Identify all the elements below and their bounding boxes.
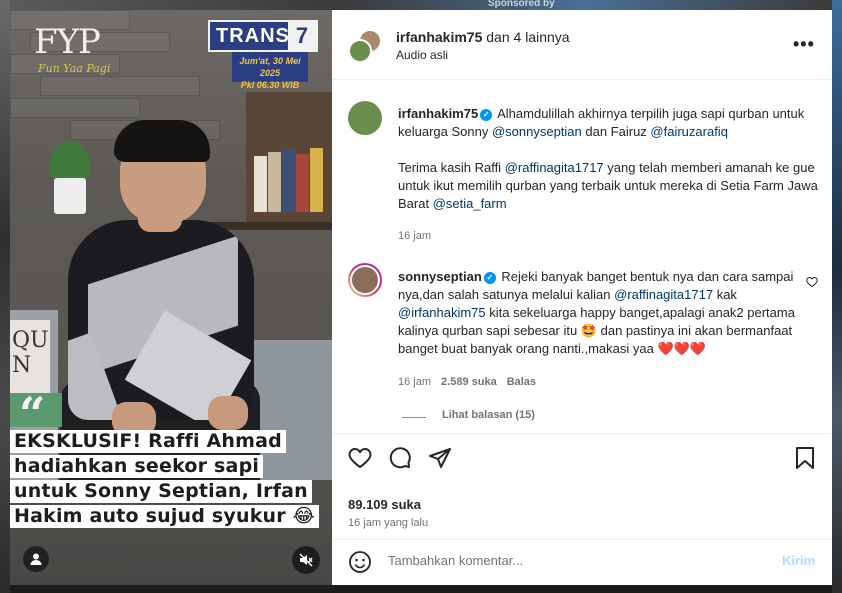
- mention-link[interactable]: @sonnyseptian: [492, 124, 582, 139]
- user-icon: [30, 553, 42, 565]
- channel-logo: TRANS 7: [208, 20, 318, 52]
- mute-button[interactable]: [292, 546, 320, 574]
- caption-time[interactable]: 16 jam: [398, 230, 431, 242]
- comment-input[interactable]: Tambahkan komentar...: [388, 553, 523, 568]
- book: [268, 152, 281, 212]
- avatar: [348, 39, 372, 63]
- comment-text: kak: [713, 287, 737, 302]
- video-caption-line: Hakim auto sujud syukur 😂: [10, 505, 320, 528]
- audio-link[interactable]: Audio asli: [396, 48, 448, 62]
- backdrop-bottom-strip: [10, 585, 832, 593]
- bookmark-icon[interactable]: [794, 446, 816, 470]
- comments-list[interactable]: irfanhakim75 ✓ Alhamdulillah akhirnya ter…: [332, 81, 832, 433]
- comment-meta: 16 jam 2.589 suka Balas: [398, 376, 546, 388]
- like-heart-icon[interactable]: [348, 446, 372, 470]
- channel-number: 7: [288, 22, 316, 50]
- avatar[interactable]: [348, 101, 382, 135]
- reel-video[interactable]: QU N FYP Fun Yaa Pagi TRANS 7 Jum'at, 30…: [10, 10, 332, 585]
- comment-icon[interactable]: [388, 446, 412, 470]
- comment-time[interactable]: 16 jam: [398, 376, 431, 388]
- avatar-story-ring[interactable]: [348, 263, 382, 297]
- emoji-icon[interactable]: [348, 550, 372, 574]
- mention-link[interactable]: @setia_farm: [433, 196, 507, 211]
- plant-pot: [54, 178, 86, 214]
- air-date-line1: Jum'at, 30 Mei 2025: [239, 56, 301, 78]
- show-logo: FYP Fun Yaa Pagi: [22, 18, 122, 78]
- share-icon[interactable]: [428, 446, 452, 470]
- cactus-plant: [50, 142, 90, 182]
- mention-link[interactable]: @raffinagita1717: [505, 160, 604, 175]
- backdrop-right-strip: [832, 0, 842, 593]
- likes-count[interactable]: 89.109 suka: [348, 497, 421, 512]
- collab-avatars[interactable]: [348, 29, 382, 63]
- mention-link[interactable]: @raffinagita1717: [614, 287, 713, 302]
- wall-brick: [40, 76, 200, 96]
- avatar: [350, 265, 380, 295]
- quote-badge: “: [10, 387, 62, 441]
- caption-username[interactable]: irfanhakim75: [398, 106, 478, 121]
- more-options-button[interactable]: •••: [793, 34, 815, 55]
- show-logo-text: FYP: [34, 22, 101, 62]
- video-caption-line: hadiahkan seekor sapi: [10, 455, 264, 478]
- book: [282, 150, 295, 212]
- mention-link[interactable]: @irfanhakim75: [398, 305, 486, 320]
- post-actions: 89.109 suka 16 jam yang lalu: [332, 433, 832, 533]
- air-date-box: Jum'at, 30 Mei 2025 Pkl 06.30 WIB: [232, 52, 308, 90]
- person-hand-right: [208, 396, 248, 430]
- channel-name: TRANS: [216, 25, 290, 47]
- add-comment-bar: Tambahkan komentar... Kirim: [332, 539, 832, 585]
- backdrop-left-strip: [0, 0, 10, 593]
- book: [254, 156, 267, 212]
- caption-text: dan Fairuz: [581, 124, 651, 139]
- show-logo-subtitle: Fun Yaa Pagi: [38, 62, 111, 75]
- verified-icon: ✓: [483, 271, 496, 284]
- header-usernames[interactable]: irfanhakim75 dan 4 lainnya: [396, 29, 570, 45]
- post-time[interactable]: 16 jam yang lalu: [348, 517, 428, 529]
- header-username[interactable]: irfanhakim75: [396, 29, 482, 45]
- post-panel: irfanhakim75 dan 4 lainnya Audio asli ••…: [332, 10, 832, 585]
- post-header: irfanhakim75 dan 4 lainnya Audio asli ••…: [332, 10, 832, 80]
- person-sweater: [68, 220, 254, 420]
- mention-link[interactable]: @fairuzarafiq: [650, 124, 728, 139]
- comment: sonnyseptian ✓ Rejeki banyak banget bentu…: [398, 268, 798, 358]
- shelf-board: [210, 222, 332, 230]
- book: [296, 154, 309, 212]
- comment-likes[interactable]: 2.589 suka: [441, 376, 497, 388]
- wall-brick: [10, 98, 140, 118]
- view-replies-button[interactable]: Lihat balasan (15): [442, 409, 535, 421]
- speaker-muted-icon: [299, 553, 313, 567]
- header-and-others[interactable]: dan 4 lainnya: [486, 29, 569, 45]
- post-caption: irfanhakim75 ✓ Alhamdulillah akhirnya ter…: [398, 105, 818, 213]
- backdrop-top-strip: [10, 0, 832, 10]
- comment-username[interactable]: sonnyseptian: [398, 269, 482, 284]
- air-date-line2: Pkl 06.30 WIB: [240, 80, 300, 90]
- tagged-users-button[interactable]: [23, 546, 49, 572]
- sponsored-text: Sponsored by: [488, 0, 555, 9]
- replies-divider: [402, 417, 426, 418]
- video-caption: EKSKLUSIF! Raffi Ahmad hadiahkan seekor …: [10, 430, 332, 530]
- reply-button[interactable]: Balas: [507, 376, 536, 388]
- verified-icon: ✓: [480, 108, 493, 121]
- wall-sign-text: QU N: [12, 328, 49, 378]
- caption-text: Terima kasih Raffi: [398, 160, 505, 175]
- comment-like-icon[interactable]: [806, 276, 818, 288]
- video-caption-line: untuk Sonny Septian, Irfan: [10, 480, 312, 503]
- caption-meta: 16 jam: [398, 230, 441, 242]
- person-hair: [114, 120, 210, 162]
- post-comment-button[interactable]: Kirim: [782, 553, 815, 568]
- video-caption-line: EKSKLUSIF! Raffi Ahmad: [10, 430, 286, 453]
- book: [310, 148, 323, 212]
